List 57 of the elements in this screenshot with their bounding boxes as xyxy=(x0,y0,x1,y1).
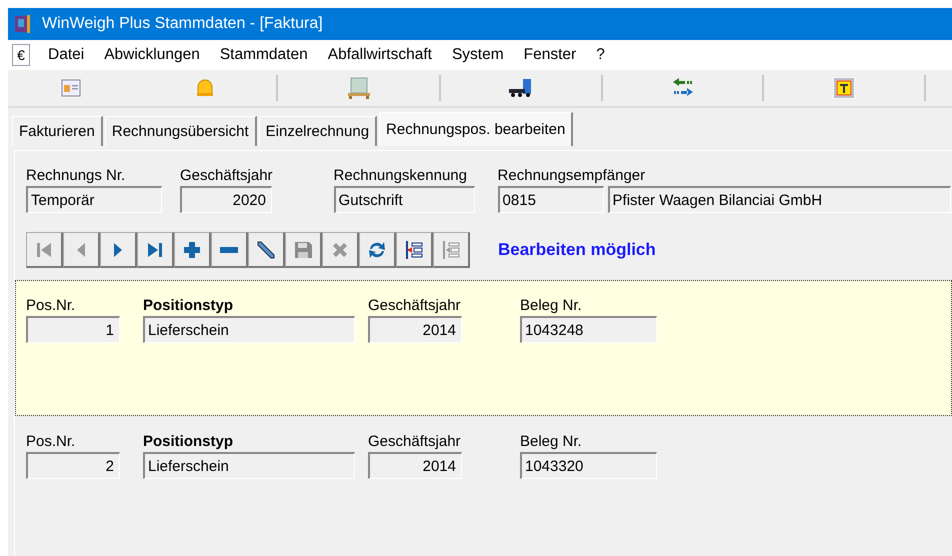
remove-button[interactable] xyxy=(211,232,248,268)
contact-card-icon[interactable] xyxy=(60,79,80,97)
edit-button[interactable] xyxy=(248,232,285,268)
pencil-icon xyxy=(255,238,277,260)
insert-row-icon xyxy=(403,238,425,260)
minus-icon xyxy=(220,246,238,252)
field-label: Beleg Nr. xyxy=(520,297,583,314)
menu-item[interactable]: Abfallwirtschaft xyxy=(318,46,442,64)
insert-button[interactable] xyxy=(396,232,433,268)
menu-item[interactable]: Datei xyxy=(38,46,94,64)
record-panel[interactable]: Pos.Nr. 1 Positionstyp Lieferschein Geschäftsjahr 2014 Beleg Nr. 1043248 xyxy=(15,280,952,416)
input-field[interactable]: 2020 xyxy=(180,186,272,213)
menu-item[interactable]: Fenster xyxy=(514,46,586,64)
next-button[interactable] xyxy=(100,232,137,268)
tab[interactable]: Rechnungspos. bearbeiten xyxy=(379,112,574,146)
field-label: Positionstyp xyxy=(143,297,234,314)
field-label: Rechnungsempfänger xyxy=(498,167,646,184)
last-button[interactable] xyxy=(137,232,174,268)
menu-item[interactable]: Abwicklungen xyxy=(94,46,210,64)
pallet-icon[interactable] xyxy=(346,77,372,99)
menu-item[interactable]: ? xyxy=(586,46,615,64)
input-field[interactable]: 1043320 xyxy=(520,452,657,479)
exchange-arrows-icon[interactable] xyxy=(670,77,694,99)
tab[interactable]: Rechnungsübersicht xyxy=(104,116,257,146)
field-label: Geschäftsjahr xyxy=(368,297,462,314)
input-field[interactable]: 1043248 xyxy=(520,316,657,343)
input-field[interactable]: 2014 xyxy=(368,316,462,343)
status-text: Bearbeiten möglich xyxy=(498,240,656,260)
field-label: Pos.Nr. xyxy=(26,297,76,314)
field-label: Geschäftsjahr xyxy=(180,167,273,184)
input-field[interactable]: Lieferschein xyxy=(143,316,355,343)
tab[interactable]: Einzelrechnung xyxy=(258,116,378,146)
input-field[interactable]: 2014 xyxy=(368,452,462,479)
add-button[interactable] xyxy=(174,232,211,268)
field-label: Pos.Nr. xyxy=(26,433,76,450)
input-field[interactable]: Gutschrift xyxy=(334,186,475,213)
text-tool-icon[interactable] xyxy=(834,78,854,98)
field-label: Rechnungs Nr. xyxy=(26,167,126,184)
input-field[interactable]: 0815 xyxy=(498,186,604,213)
input-field[interactable]: Lieferschein xyxy=(143,452,355,479)
app-icon xyxy=(14,14,32,34)
menu-item[interactable]: System xyxy=(442,46,514,64)
input-field[interactable]: Temporär xyxy=(26,186,162,213)
truck-icon[interactable] xyxy=(508,78,534,98)
extract-row-icon xyxy=(440,238,462,260)
euro-menu-icon[interactable]: € xyxy=(12,44,30,66)
menu-item[interactable]: Stammdaten xyxy=(210,46,318,64)
input-field[interactable]: Pfister Waagen Bilanciai GmbH xyxy=(608,186,951,213)
input-field[interactable]: 2 xyxy=(26,452,120,479)
refresh-button[interactable] xyxy=(359,232,396,268)
input-field[interactable]: 1 xyxy=(26,316,120,343)
field-label: Beleg Nr. xyxy=(520,433,583,450)
tab[interactable]: Fakturieren xyxy=(12,116,103,146)
field-label: Geschäftsjahr xyxy=(368,433,462,450)
window-title: WinWeigh Plus Stammdaten - [Faktura] xyxy=(42,15,323,33)
field-label: Positionstyp xyxy=(143,433,234,450)
field-label: Rechnungskennung xyxy=(334,167,468,184)
